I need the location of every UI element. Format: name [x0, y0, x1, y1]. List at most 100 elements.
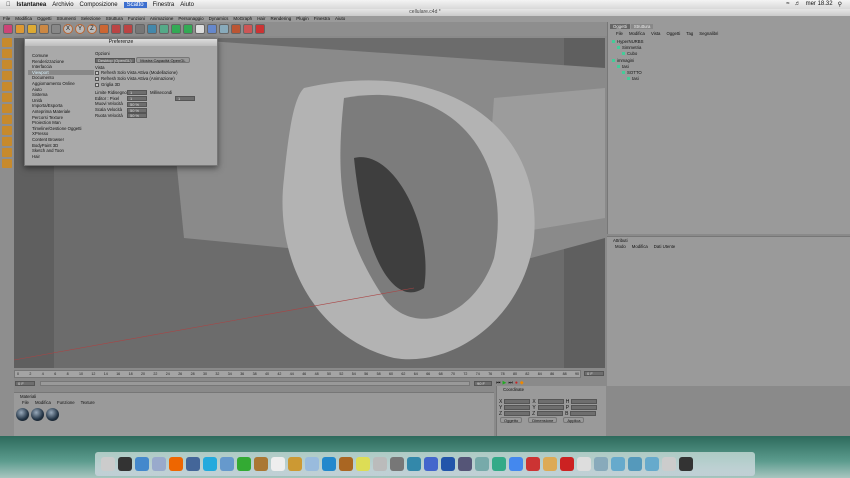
toolbar-button[interactable] [99, 24, 109, 34]
tool-icon[interactable] [2, 93, 12, 102]
toolbar-button[interactable] [183, 24, 193, 34]
toolbar-button[interactable] [15, 24, 25, 34]
size-field[interactable] [537, 399, 564, 404]
toolbar-button[interactable] [51, 24, 61, 34]
material-thumb[interactable] [16, 408, 29, 421]
tool-icon[interactable] [2, 71, 12, 80]
size-field[interactable] [537, 404, 564, 410]
menu-item[interactable]: Modifica [629, 31, 645, 37]
toolbar-button[interactable] [231, 24, 241, 34]
dock-app-icon[interactable] [271, 457, 285, 471]
toolbar-button[interactable] [159, 24, 169, 34]
dock-app-icon[interactable] [135, 457, 149, 471]
dock-app-icon[interactable] [169, 457, 183, 471]
tool-icon[interactable] [2, 38, 12, 47]
dock-app-icon[interactable] [254, 457, 268, 471]
dock-app-icon[interactable] [305, 457, 319, 471]
axis-0-toggle[interactable]: X [63, 24, 73, 34]
tab-struttura[interactable]: Struttura [630, 24, 654, 29]
tool-icon[interactable] [2, 126, 12, 135]
dock-app-icon[interactable] [152, 457, 166, 471]
menu-item[interactable]: Tag [686, 31, 693, 37]
dock-app-icon[interactable] [543, 457, 557, 471]
menu-finestra[interactable]: Finestra [153, 2, 175, 8]
dock-app-icon[interactable] [356, 457, 370, 471]
dock-app-icon[interactable] [628, 457, 642, 471]
dock-app-icon[interactable] [577, 457, 591, 471]
toolbar-button[interactable] [243, 24, 253, 34]
dock-app-icon[interactable] [101, 457, 115, 471]
tool-icon[interactable] [2, 104, 12, 113]
dock-app-icon[interactable] [322, 457, 336, 471]
position-field[interactable] [504, 410, 531, 416]
checkbox[interactable] [95, 71, 99, 76]
wifi-icon[interactable]: ≈ [786, 1, 789, 8]
toolbar-button[interactable] [39, 24, 49, 34]
volume-icon[interactable]: ♬ [795, 1, 801, 8]
toolbar-button[interactable] [207, 24, 217, 34]
material-thumb[interactable] [31, 408, 44, 421]
field-input[interactable]: 50 % [127, 107, 147, 113]
toolbar-button[interactable] [111, 24, 121, 34]
dock-app-icon[interactable] [339, 457, 353, 471]
current-frame[interactable]: 0 F [584, 371, 604, 376]
toolbar-button[interactable] [3, 24, 13, 34]
dock-app-icon[interactable] [424, 457, 438, 471]
toolbar-button[interactable] [255, 24, 265, 34]
dock-app-icon[interactable] [458, 457, 472, 471]
spotlight-icon[interactable]: ⚲ [838, 1, 842, 8]
toolbar-button[interactable] [171, 24, 181, 34]
menu-archivio[interactable]: Archivio [52, 2, 73, 8]
dock-app-icon[interactable] [186, 457, 200, 471]
axis-2-toggle[interactable]: Z [87, 24, 97, 34]
dock-app-icon[interactable] [203, 457, 217, 471]
menu-item[interactable]: Oggetti [666, 31, 680, 37]
toolbar-button[interactable] [147, 24, 157, 34]
tool-icon[interactable] [2, 159, 12, 168]
object-row[interactable]: tasi [608, 76, 850, 82]
apply-button[interactable]: Applica [563, 417, 585, 424]
field-input[interactable]: 50 % [127, 101, 147, 107]
dock-app-icon[interactable] [679, 457, 693, 471]
menu-composizione[interactable]: Composizione [80, 2, 118, 8]
dock-app-icon[interactable] [288, 457, 302, 471]
checkbox[interactable] [95, 77, 99, 82]
rotation-field[interactable] [570, 410, 597, 416]
toolbar-button[interactable] [219, 24, 229, 34]
prefs-sidebar-item[interactable]: Hair [28, 154, 94, 160]
end-frame[interactable]: 90 F [474, 381, 492, 386]
toolbar-button[interactable] [123, 24, 133, 34]
menu-item[interactable]: Modo [615, 244, 626, 250]
tool-icon[interactable] [2, 60, 12, 69]
toolbar-button[interactable] [135, 24, 145, 34]
dock-app-icon[interactable] [475, 457, 489, 471]
material-thumb[interactable] [46, 408, 59, 421]
field-input[interactable]: 50 % [127, 113, 147, 119]
dock-app-icon[interactable] [611, 457, 625, 471]
dock-app-icon[interactable] [645, 457, 659, 471]
rotation-field[interactable] [571, 404, 598, 410]
dock-app-icon[interactable] [560, 457, 574, 471]
menu-istantanea[interactable]: Istantanea [17, 2, 47, 8]
position-field[interactable] [504, 404, 531, 410]
tool-icon[interactable] [2, 137, 12, 146]
menu-item[interactable]: Vista [651, 31, 660, 37]
dock-app-icon[interactable] [594, 457, 608, 471]
rotation-field[interactable] [571, 399, 598, 404]
field-input[interactable]: 1 [127, 90, 147, 96]
dock-app-icon[interactable] [492, 457, 506, 471]
tab-oggetti[interactable]: Oggetti [610, 24, 630, 29]
menu-item[interactable]: Dati Utente [654, 244, 676, 250]
size-field[interactable] [537, 410, 564, 416]
display-select[interactable]: Desktop (OpenGL) [95, 58, 135, 64]
position-field[interactable] [504, 399, 531, 404]
menu-aiuto[interactable]: Aiuto [180, 2, 194, 8]
tool-icon[interactable] [2, 115, 12, 124]
toolbar-button[interactable] [27, 24, 37, 34]
field-input[interactable]: 1 [175, 95, 195, 101]
range-slider[interactable] [40, 381, 470, 386]
size-select[interactable]: Dimensione [528, 417, 558, 424]
dock-app-icon[interactable] [373, 457, 387, 471]
start-frame[interactable]: 0 F [15, 381, 35, 386]
tool-icon[interactable] [2, 82, 12, 91]
